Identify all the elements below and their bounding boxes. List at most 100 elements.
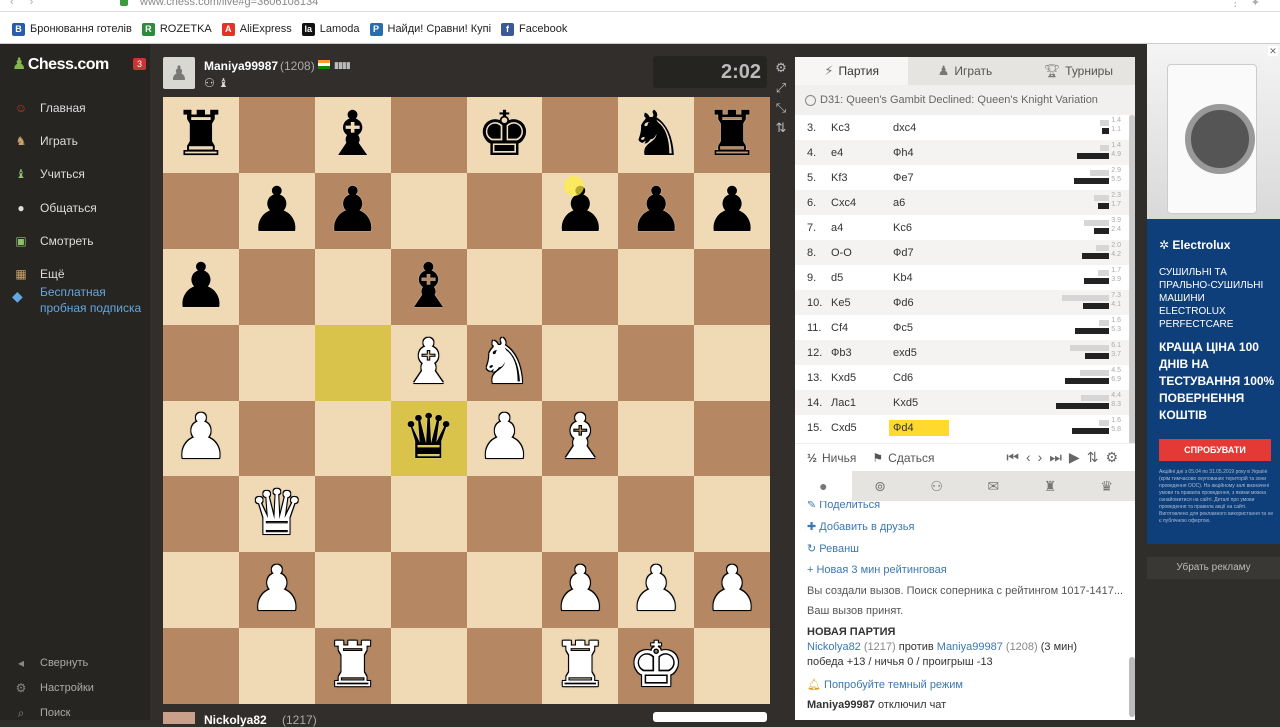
ad-banner[interactable]: ✕ ✲ Electrolux СУШИЛЬНІ ТА ПРАЛЬНО-СУШИЛ…	[1147, 44, 1280, 544]
square-a7[interactable]	[163, 172, 239, 249]
binoculars-tab-icon[interactable]: ⊚	[852, 471, 909, 501]
square-f8[interactable]	[542, 97, 619, 173]
expand-icon[interactable]: ⤢	[773, 78, 789, 98]
white-move[interactable]: Kc3	[831, 122, 893, 134]
white-king-icon[interactable]: ♚	[628, 635, 684, 697]
square-d7[interactable]	[390, 172, 467, 249]
black-move[interactable]: Фd6	[889, 295, 949, 311]
move-list-scroll-thumb[interactable]	[1129, 115, 1135, 485]
square-c5[interactable]	[314, 324, 391, 401]
black-move[interactable]: Фd4	[889, 419, 949, 436]
black-move[interactable]: Фe7	[889, 170, 949, 186]
remove-ad-button[interactable]: Убрать рекламу	[1147, 557, 1280, 579]
white-move[interactable]: Лac1	[831, 397, 893, 409]
white-rook-icon[interactable]: ♜	[325, 635, 381, 697]
black-rook-icon[interactable]: ♜	[704, 103, 760, 166]
sidebar-item-2[interactable]: ♝ Учиться	[12, 165, 85, 183]
white-pawn-icon[interactable]: ♟	[553, 559, 609, 621]
sidebar-item-0[interactable]: ☺ Главная	[12, 99, 86, 117]
top-player-avatar[interactable]: ♟	[163, 57, 195, 89]
sidebar-item-1[interactable]: ♞ Играть	[12, 132, 78, 150]
new-game-link[interactable]: + Новая 3 мин рейтинговая	[807, 564, 947, 576]
square-c1[interactable]: ♜	[314, 628, 391, 704]
square-f1[interactable]: ♜	[542, 628, 619, 704]
sidebar-item-4[interactable]: ▣ Смотреть	[12, 232, 93, 250]
white-move[interactable]: e4	[831, 147, 893, 159]
square-h5[interactable]	[694, 324, 770, 401]
white-move[interactable]: O-O	[831, 247, 893, 259]
black-move[interactable]: Cd6	[889, 370, 949, 386]
square-e4[interactable]: ♟	[466, 400, 543, 477]
square-a3[interactable]	[163, 476, 239, 553]
bottom-player-avatar[interactable]	[163, 712, 195, 724]
black-pawn-icon[interactable]: ♟	[325, 179, 381, 242]
white-bishop-icon[interactable]: ♝	[401, 331, 457, 394]
last-move-icon[interactable]: ⏭	[1049, 449, 1069, 465]
square-d8[interactable]	[390, 97, 467, 173]
players-tab-icon[interactable]: ⚇	[908, 471, 965, 501]
board-settings-icon[interactable]: ⚙	[773, 58, 789, 78]
square-b4[interactable]	[238, 400, 315, 477]
top-player-name[interactable]: Maniya99987	[204, 59, 278, 73]
white-pawn-icon[interactable]: ♟	[628, 559, 684, 621]
white-move[interactable]: a4	[831, 222, 893, 234]
left-user[interactable]: Maniya99987	[807, 699, 875, 711]
square-f6[interactable]	[542, 248, 619, 325]
white-move[interactable]: Cxc4	[831, 197, 893, 209]
square-h6[interactable]	[694, 248, 770, 325]
square-g5[interactable]	[618, 324, 695, 401]
square-f4[interactable]: ♝	[542, 400, 619, 477]
white-move[interactable]: Kxd5	[831, 372, 893, 384]
notification-badge[interactable]: 3	[133, 58, 146, 70]
add-friend-link[interactable]: ✚ Добавить в друзья	[807, 520, 915, 533]
square-f5[interactable]	[542, 324, 619, 401]
black-king-icon[interactable]: ♚	[477, 103, 533, 166]
square-a8[interactable]: ♜	[163, 97, 239, 173]
chess-board[interactable]: ♜ ♝ ♚ ♞ ♜ ♟ ♟ ♟ ♟ ♟ ♟ ♝ ♝ ♞ ♟ ♛ ♟ ♝ ♛ ♟ ♟ ♟ ♟ ♜ ♜ ♚	[163, 97, 770, 704]
sidebar-footer-item-1[interactable]: ⚙ Настройки	[12, 679, 94, 697]
square-h7[interactable]: ♟	[694, 172, 770, 249]
square-h1[interactable]	[694, 628, 770, 704]
bookmark-item[interactable]: A AliExpress	[221, 22, 292, 36]
sidebar-footer-item-0[interactable]: ◂ Свернуть	[12, 654, 88, 672]
black-pawn-icon[interactable]: ♟	[628, 179, 684, 242]
black-move[interactable]: exd5	[889, 345, 949, 361]
square-c6[interactable]	[314, 248, 391, 325]
square-d4[interactable]: ♛	[390, 400, 467, 477]
first-move-icon[interactable]: ⏮	[1006, 449, 1026, 465]
bookmark-item[interactable]: B Бронювання готелів	[12, 22, 132, 36]
square-b8[interactable]	[238, 97, 315, 173]
draw-button[interactable]: ½ Ничья	[807, 451, 856, 465]
square-h2[interactable]: ♟	[694, 552, 770, 629]
black-rook-icon[interactable]: ♜	[173, 103, 229, 166]
square-e8[interactable]: ♚	[466, 97, 543, 173]
square-g4[interactable]	[618, 400, 695, 477]
black-move[interactable]: Фd7	[889, 245, 949, 261]
square-g3[interactable]	[618, 476, 695, 553]
square-a4[interactable]: ♟	[163, 400, 239, 477]
square-c3[interactable]	[314, 476, 391, 553]
white-move[interactable]: Cxd5	[831, 422, 893, 434]
white-move[interactable]: Ke5	[831, 297, 893, 309]
settings-icon[interactable]: ⚙	[1105, 449, 1125, 465]
black-move[interactable]: Kb4	[889, 270, 949, 286]
square-g1[interactable]: ♚	[618, 628, 695, 704]
url-text[interactable]: www.chess.com/live#g=3606108134	[140, 0, 318, 8]
sidebar-item-3[interactable]: ● Общаться	[12, 199, 96, 217]
chat-scrollbar[interactable]	[1129, 657, 1135, 717]
square-e7[interactable]	[466, 172, 543, 249]
square-h8[interactable]: ♜	[694, 97, 770, 173]
square-d1[interactable]	[390, 628, 467, 704]
chat-player1[interactable]: Nickolya82	[807, 641, 861, 653]
square-b7[interactable]: ♟	[238, 172, 315, 249]
square-d2[interactable]	[390, 552, 467, 629]
white-rook-icon[interactable]: ♜	[553, 635, 609, 697]
black-move[interactable]: a6	[889, 195, 949, 211]
square-g8[interactable]: ♞	[618, 97, 695, 173]
black-queen-icon[interactable]: ♛	[401, 407, 457, 469]
chat-tab-icon[interactable]: ●	[795, 471, 852, 501]
chat-player2[interactable]: Maniya99987	[937, 641, 1003, 653]
black-move[interactable]: Фc5	[889, 320, 949, 336]
square-e5[interactable]: ♞	[466, 324, 543, 401]
black-move[interactable]: Kxd5	[889, 395, 949, 411]
